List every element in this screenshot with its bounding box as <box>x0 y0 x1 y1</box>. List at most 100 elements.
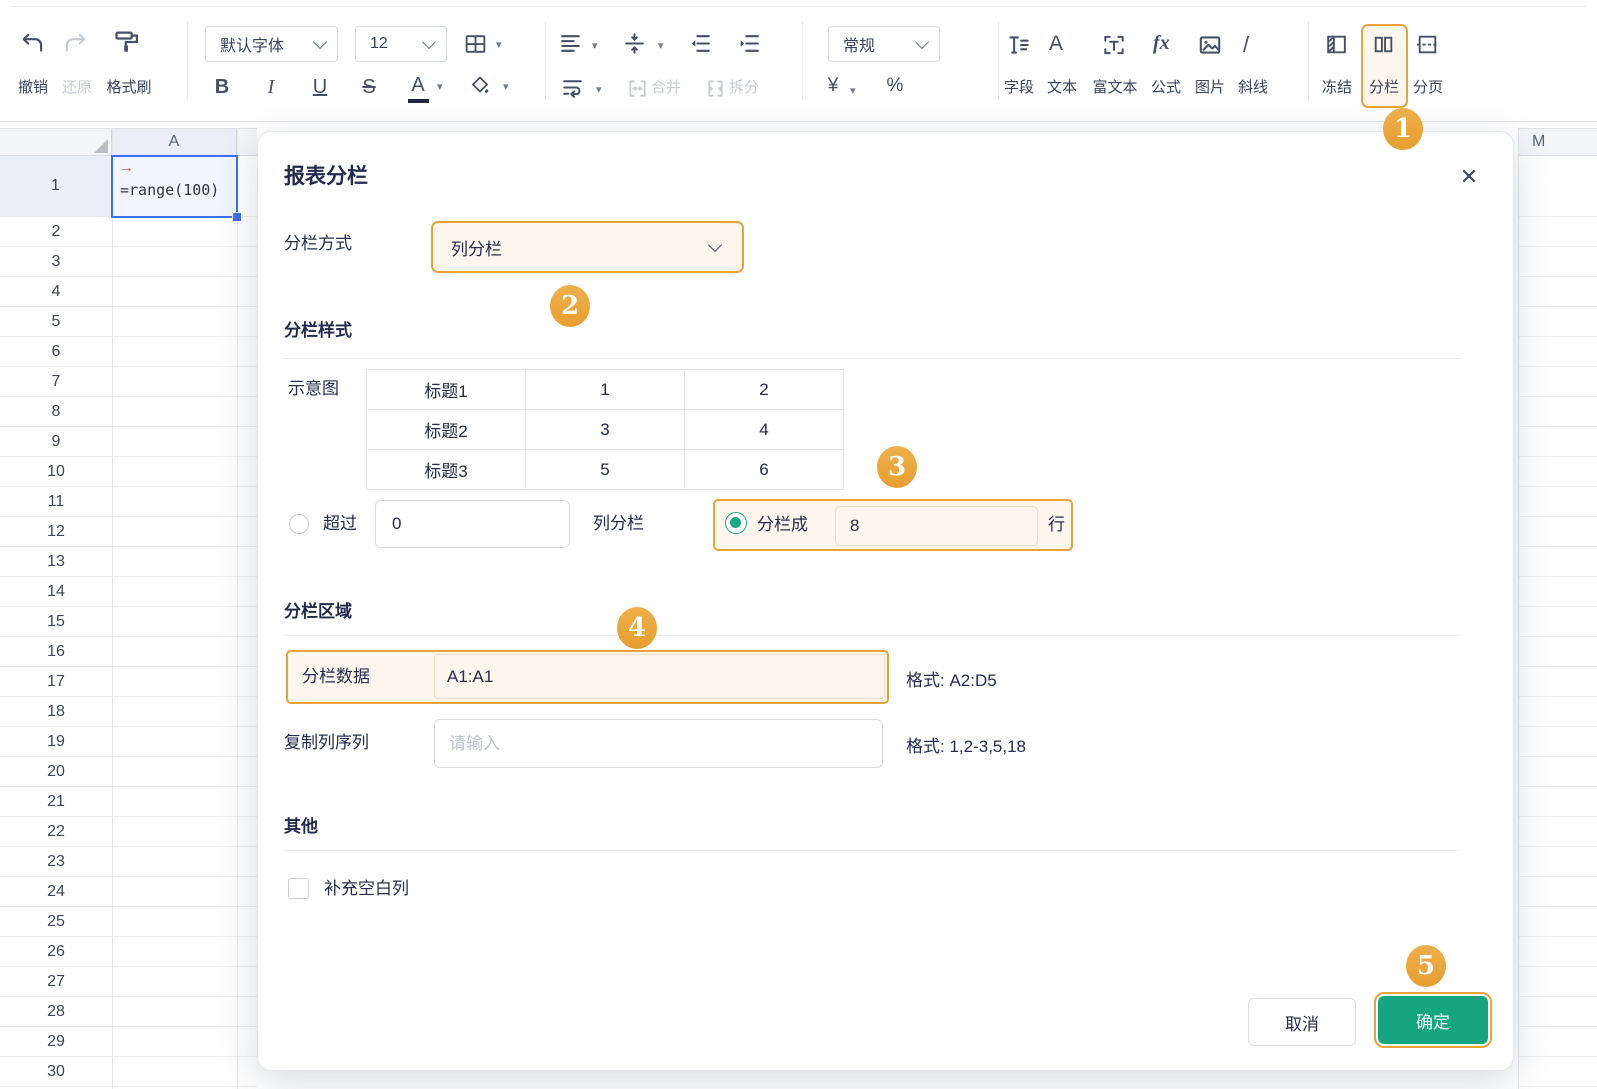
cell-row-15[interactable] <box>112 607 257 637</box>
borders-dropdown-caret[interactable]: ▾ <box>496 40 502 51</box>
row-header-1[interactable]: 1 <box>0 156 112 217</box>
cell-m-row-27[interactable] <box>1518 967 1597 997</box>
row-header-9[interactable]: 9 <box>0 427 112 457</box>
split-cells-icon[interactable] <box>704 77 727 100</box>
fill-blank-checkbox[interactable] <box>288 878 309 899</box>
pagination-button[interactable]: 分页 <box>1406 78 1450 98</box>
row-header-21[interactable]: 21 <box>0 787 112 817</box>
cell-row-21[interactable] <box>112 787 257 817</box>
row-header-11[interactable]: 11 <box>0 487 112 517</box>
cell-row-18[interactable] <box>112 697 257 727</box>
slash-icon[interactable]: / <box>1243 32 1249 58</box>
vertical-align-caret[interactable]: ▾ <box>658 41 664 52</box>
wrap-text-icon[interactable] <box>560 75 585 100</box>
horizontal-align-caret[interactable]: ▾ <box>592 41 598 52</box>
row-header-22[interactable]: 22 <box>0 817 112 847</box>
cell-m-row-11[interactable] <box>1518 487 1597 517</box>
cell-row-28[interactable] <box>112 997 257 1027</box>
cell-row-12[interactable] <box>112 517 257 547</box>
freeze-icon[interactable] <box>1324 32 1349 57</box>
cell-m-row-30[interactable] <box>1518 1057 1597 1087</box>
cell-m-row-16[interactable] <box>1518 637 1597 667</box>
formula-icon[interactable]: fx <box>1153 32 1170 55</box>
cell-m-row-28[interactable] <box>1518 997 1597 1027</box>
row-header-7[interactable]: 7 <box>0 367 112 397</box>
row-header-28[interactable]: 28 <box>0 997 112 1027</box>
cell-row-19[interactable] <box>112 727 257 757</box>
cell-row-25[interactable] <box>112 907 257 937</box>
increase-indent-icon[interactable] <box>737 31 762 56</box>
image-icon[interactable] <box>1197 32 1223 58</box>
cell-a1[interactable]: → =range(100) <box>111 155 238 218</box>
cell-row-23[interactable] <box>112 847 257 877</box>
row-header-13[interactable]: 13 <box>0 547 112 577</box>
cell-m-row-12[interactable] <box>1518 517 1597 547</box>
currency-button[interactable]: ¥ <box>820 76 846 96</box>
cell-m-row-9[interactable] <box>1518 427 1597 457</box>
copy-columns-input[interactable] <box>434 719 883 768</box>
cell-m-row-23[interactable] <box>1518 847 1597 877</box>
cell-row-29[interactable] <box>112 1027 257 1057</box>
split-cells-button[interactable]: 拆分 <box>726 78 762 98</box>
cell-m-row-4[interactable] <box>1518 277 1597 307</box>
cell-m-row-13[interactable] <box>1518 547 1597 577</box>
cell-m-row-6[interactable] <box>1518 337 1597 367</box>
method-select[interactable]: 列分栏 <box>431 221 744 273</box>
merge-cells-button[interactable]: 合并 <box>648 78 684 98</box>
row-header-20[interactable]: 20 <box>0 757 112 787</box>
field-icon[interactable] <box>1006 32 1032 58</box>
pagination-icon[interactable] <box>1415 32 1440 57</box>
column-split-button[interactable]: 分栏 <box>1362 78 1406 98</box>
cell-row-4[interactable] <box>112 277 257 307</box>
row-header-8[interactable]: 8 <box>0 397 112 427</box>
row-header-12[interactable]: 12 <box>0 517 112 547</box>
row-header-27[interactable]: 27 <box>0 967 112 997</box>
column-header-a[interactable]: A <box>112 128 237 156</box>
row-header-30[interactable]: 30 <box>0 1057 112 1087</box>
row-header-25[interactable]: 25 <box>0 907 112 937</box>
richtext-icon[interactable] <box>1101 32 1127 58</box>
percent-button[interactable]: % <box>880 76 910 96</box>
undo-icon[interactable] <box>20 30 46 56</box>
fill-color-icon[interactable] <box>468 74 492 98</box>
number-format-select[interactable]: 常规 <box>828 26 940 62</box>
cell-row-10[interactable] <box>112 457 257 487</box>
insert-slash-button[interactable]: 斜线 <box>1231 78 1275 98</box>
font-color-caret[interactable]: ▾ <box>437 82 443 93</box>
cell-m-row-8[interactable] <box>1518 397 1597 427</box>
cell-row-7[interactable] <box>112 367 257 397</box>
cell-row-20[interactable] <box>112 757 257 787</box>
column-header-m[interactable]: M <box>1518 128 1597 156</box>
italic-button[interactable]: I <box>257 71 285 103</box>
cell-m-row-19[interactable] <box>1518 727 1597 757</box>
row-header-2[interactable]: 2 <box>0 217 112 247</box>
row-header-5[interactable]: 5 <box>0 307 112 337</box>
strikethrough-button[interactable]: S <box>355 71 383 103</box>
over-radio[interactable] <box>289 514 309 534</box>
font-color-button[interactable]: A <box>404 69 432 101</box>
cell-m-row-17[interactable] <box>1518 667 1597 697</box>
cell-row-14[interactable] <box>112 577 257 607</box>
close-icon[interactable]: ✕ <box>1454 162 1484 192</box>
cell-row-3[interactable] <box>112 247 257 277</box>
row-header-4[interactable]: 4 <box>0 277 112 307</box>
text-icon[interactable]: A <box>1049 32 1063 56</box>
insert-richtext-button[interactable]: 富文本 <box>1084 78 1146 98</box>
fill-handle[interactable] <box>232 212 242 222</box>
cell-row-11[interactable] <box>112 487 257 517</box>
split-into-radio[interactable] <box>725 512 747 534</box>
cell-row-24[interactable] <box>112 877 257 907</box>
row-header-3[interactable]: 3 <box>0 247 112 277</box>
cell-m-row-21[interactable] <box>1518 787 1597 817</box>
row-header-19[interactable]: 19 <box>0 727 112 757</box>
freeze-button[interactable]: 冻结 <box>1315 78 1359 98</box>
cancel-button[interactable]: 取消 <box>1248 998 1356 1046</box>
cell-m-row-18[interactable] <box>1518 697 1597 727</box>
redo-button[interactable]: 还原 <box>53 78 101 98</box>
decrease-indent-icon[interactable] <box>688 31 713 56</box>
row-header-26[interactable]: 26 <box>0 937 112 967</box>
row-header-17[interactable]: 17 <box>0 667 112 697</box>
redo-icon[interactable] <box>62 30 88 56</box>
bold-button[interactable]: B <box>208 71 236 103</box>
cell-m-row-7[interactable] <box>1518 367 1597 397</box>
